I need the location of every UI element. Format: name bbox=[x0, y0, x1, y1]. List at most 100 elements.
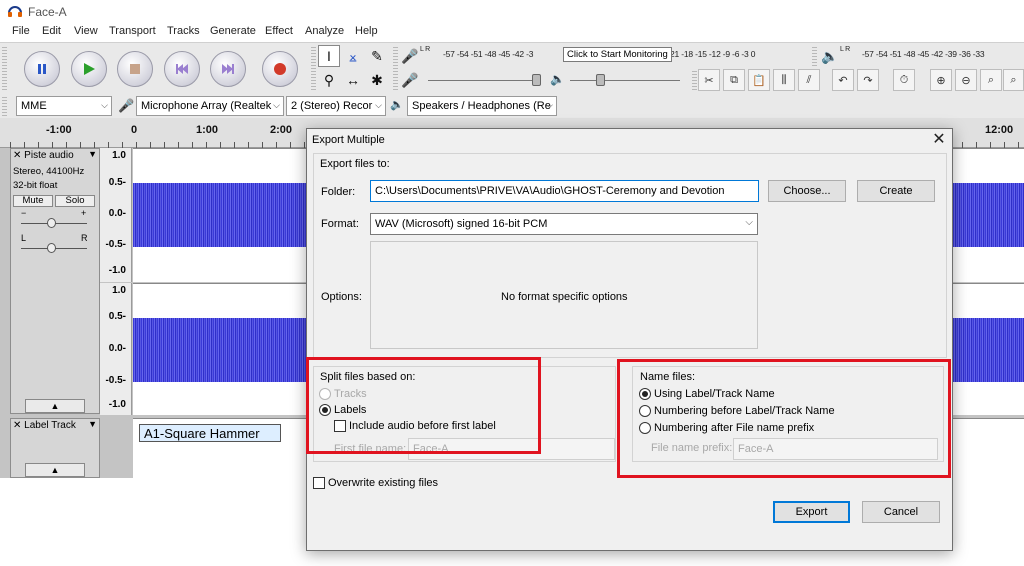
title-bar: Face-A bbox=[0, 0, 1024, 22]
scale-label: 0.5- bbox=[108, 311, 126, 322]
undo-icon[interactable]: ↶ bbox=[832, 69, 854, 91]
multi-tool-icon[interactable]: ✱ bbox=[366, 69, 388, 91]
export-files-group-label: Export files to: bbox=[320, 158, 390, 170]
menu-file[interactable]: File bbox=[12, 25, 30, 37]
record-meter-channels: L R bbox=[420, 46, 431, 53]
chevron-down-icon: ⌵ bbox=[273, 100, 280, 110]
envelope-tool-icon[interactable]: ⨱ bbox=[342, 45, 364, 67]
selection-tool-icon[interactable]: I bbox=[318, 45, 340, 67]
track-menu-dropdown-icon[interactable]: ▼ bbox=[88, 149, 97, 159]
label-track-header[interactable]: ✕ Label Track ▼ bbox=[11, 419, 99, 434]
record-meter-scale-tail: 21 -18 -15 -12 -9 -6 -3 0 bbox=[670, 49, 756, 59]
close-track-icon[interactable]: ✕ bbox=[13, 150, 21, 161]
pan-slider-thumb[interactable] bbox=[47, 243, 56, 253]
label-track-control-panel[interactable]: ✕ Label Track ▼ ▲ bbox=[10, 418, 100, 478]
ruler-label: 2:00 bbox=[270, 124, 293, 136]
pause-button[interactable] bbox=[24, 51, 60, 87]
draw-tool-icon[interactable]: ✎ bbox=[366, 45, 388, 67]
play-button[interactable] bbox=[71, 51, 107, 87]
export-multiple-dialog: Export Multiple ✕ Export files to: Folde… bbox=[306, 128, 953, 551]
toolbar-grip[interactable] bbox=[2, 45, 7, 91]
toolbar-grip[interactable] bbox=[692, 69, 697, 91]
menu-tracks[interactable]: Tracks bbox=[167, 25, 200, 37]
format-label: Format: bbox=[321, 218, 359, 230]
format-select[interactable]: WAV (Microsoft) signed 16-bit PCM ⌵ bbox=[370, 213, 758, 235]
no-format-options-text: No format specific options bbox=[501, 291, 628, 303]
fit-project-icon[interactable]: ⌕ bbox=[1003, 69, 1024, 91]
redo-icon[interactable]: ↷ bbox=[857, 69, 879, 91]
toolbar-grip[interactable] bbox=[812, 45, 817, 67]
recording-device-select[interactable]: Microphone Array (Realtek ⌵ bbox=[136, 96, 284, 116]
menu-generate[interactable]: Generate bbox=[210, 25, 256, 37]
record-icon bbox=[274, 63, 286, 75]
track-menu-dropdown-icon[interactable]: ▼ bbox=[88, 419, 97, 429]
solo-button[interactable]: Solo bbox=[55, 195, 95, 207]
audio-track-header[interactable]: ✕ Piste audio ▼ bbox=[11, 149, 99, 164]
menu-edit[interactable]: Edit bbox=[42, 25, 61, 37]
recording-channels-select[interactable]: 2 (Stereo) Recor ⌵ bbox=[286, 96, 386, 116]
skip-to-start-button[interactable] bbox=[164, 51, 200, 87]
chevron-up-icon: ▲ bbox=[50, 465, 60, 475]
fit-selection-icon[interactable]: ⌕ bbox=[980, 69, 1002, 91]
record-meter-mic-icon[interactable]: 🎤 bbox=[399, 45, 421, 67]
zoom-in-icon[interactable]: ⊕ bbox=[930, 69, 952, 91]
speaker-icon: 🔈 bbox=[390, 99, 404, 111]
stop-button[interactable] bbox=[117, 51, 153, 87]
record-button[interactable] bbox=[262, 51, 298, 87]
copy-icon[interactable]: ⧉ bbox=[723, 69, 745, 91]
sync-lock-icon[interactable]: ⏱ bbox=[893, 69, 915, 91]
ruler-label: 1:00 bbox=[196, 124, 219, 136]
paste-icon[interactable]: 📋 bbox=[748, 69, 770, 91]
zoom-tool-icon[interactable]: ⚲ bbox=[318, 69, 340, 91]
scale-label: -0.5- bbox=[105, 239, 126, 250]
skip-to-end-button[interactable] bbox=[210, 51, 246, 87]
menu-transport[interactable]: Transport bbox=[109, 25, 156, 37]
cancel-button[interactable]: Cancel bbox=[862, 501, 940, 523]
cut-icon[interactable]: ✂ bbox=[698, 69, 720, 91]
chevron-down-icon: ⌵ bbox=[375, 100, 382, 110]
playback-device-select[interactable]: Speakers / Headphones (Re ⌵ bbox=[407, 96, 557, 116]
play-meter-channels: L R bbox=[840, 46, 851, 53]
menu-analyze[interactable]: Analyze bbox=[305, 25, 344, 37]
playback-volume-slider[interactable] bbox=[570, 80, 680, 81]
recording-volume-slider[interactable] bbox=[428, 80, 538, 81]
chevron-down-icon: ⌵ bbox=[745, 217, 753, 228]
close-track-icon[interactable]: ✕ bbox=[13, 420, 21, 431]
scale-label: 1.0 bbox=[112, 285, 126, 296]
toolbar-grip[interactable] bbox=[2, 95, 7, 117]
play-meter-speaker-icon[interactable]: 🔈 bbox=[819, 45, 841, 67]
track-label[interactable]: A1-Square Hammer bbox=[139, 424, 281, 442]
toolbar-grip[interactable] bbox=[311, 45, 316, 91]
recording-volume-thumb[interactable] bbox=[532, 74, 541, 86]
export-button[interactable]: Export bbox=[773, 501, 850, 523]
collapse-track-button[interactable]: ▲ bbox=[25, 399, 85, 413]
time-shift-tool-icon[interactable]: ↔ bbox=[342, 69, 364, 91]
play-icon bbox=[84, 63, 95, 75]
gain-slider-thumb[interactable] bbox=[47, 218, 56, 228]
ruler-label: -1:00 bbox=[46, 124, 72, 136]
create-button[interactable]: Create bbox=[857, 180, 935, 202]
zoom-out-icon[interactable]: ⊖ bbox=[955, 69, 977, 91]
toolbar-grip[interactable] bbox=[393, 45, 398, 91]
audacity-headphones-icon bbox=[8, 6, 22, 17]
overwrite-checkbox[interactable] bbox=[313, 477, 325, 489]
audio-host-select[interactable]: MME ⌵ bbox=[16, 96, 112, 116]
audio-track-control-panel[interactable]: ✕ Piste audio ▼ Stereo, 44100Hz 32-bit f… bbox=[10, 148, 100, 414]
scale-label: -1.0 bbox=[108, 399, 126, 410]
close-icon[interactable]: ✕ bbox=[929, 131, 949, 149]
track-format-info: Stereo, 44100Hz bbox=[13, 166, 85, 177]
silence-audio-icon[interactable]: ⫽ bbox=[798, 69, 820, 91]
menu-help[interactable]: Help bbox=[355, 25, 378, 37]
menu-view[interactable]: View bbox=[74, 25, 98, 37]
menu-effect[interactable]: Effect bbox=[265, 25, 293, 37]
pan-left-label: L bbox=[21, 233, 27, 243]
audio-host-value: MME bbox=[21, 100, 47, 112]
amplitude-scale-right: 1.0 0.5- 0.0- -0.5- -1.0 bbox=[100, 283, 132, 415]
playback-volume-thumb[interactable] bbox=[596, 74, 605, 86]
speaker-icon: 🔈 bbox=[550, 72, 565, 86]
choose-button[interactable]: Choose... bbox=[768, 180, 846, 202]
folder-input[interactable]: C:\Users\Documents\PRIVE\VA\Audio\GHOST-… bbox=[370, 180, 759, 202]
mute-button[interactable]: Mute bbox=[13, 195, 53, 207]
trim-audio-icon[interactable]: ⫼ bbox=[773, 69, 795, 91]
collapse-track-button[interactable]: ▲ bbox=[25, 463, 85, 477]
